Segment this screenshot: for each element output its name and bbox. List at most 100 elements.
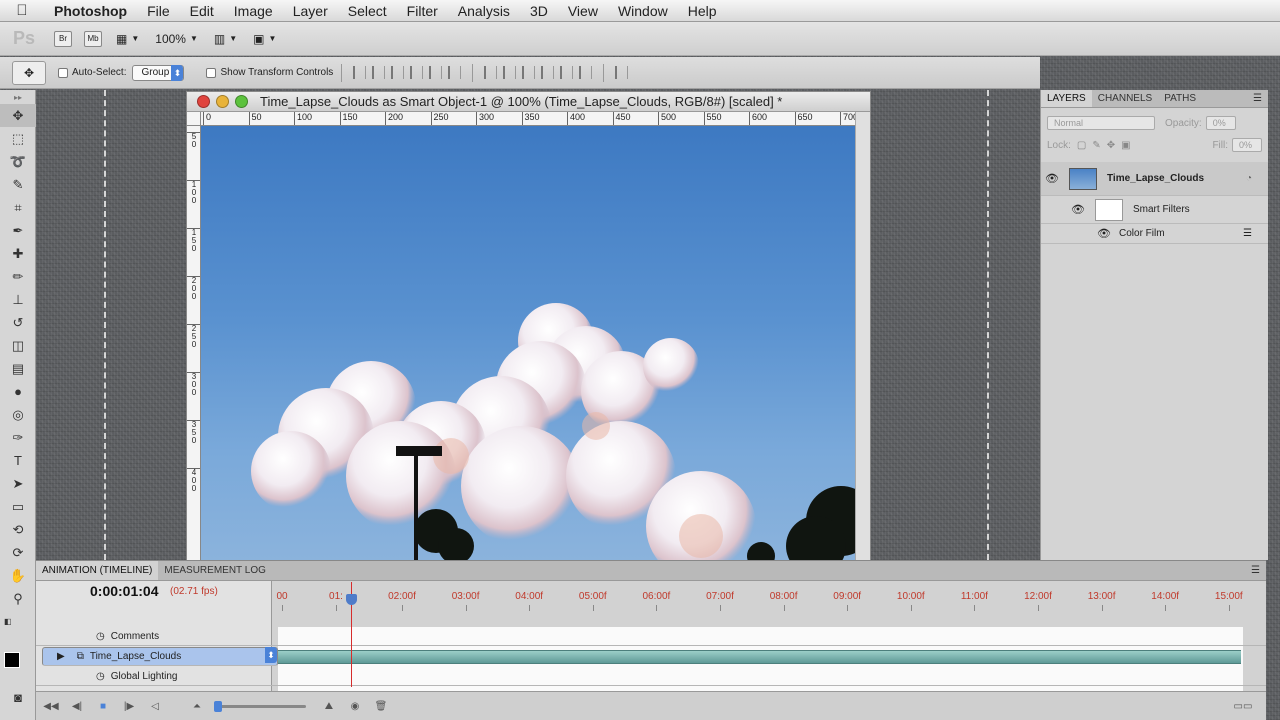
- ruler-origin[interactable]: [187, 112, 201, 126]
- panel-menu-icon[interactable]: ☰: [1247, 90, 1268, 107]
- healing-brush-tool-icon[interactable]: ✚: [0, 242, 36, 265]
- 3d-rotate-tool-icon[interactable]: ⟲: [0, 518, 36, 541]
- menu-window[interactable]: Window: [608, 3, 678, 19]
- dodge-tool-icon[interactable]: ◎: [0, 403, 36, 426]
- lock-icons[interactable]: ▢✎✥▣: [1077, 140, 1137, 151]
- vertical-ruler[interactable]: 5 0 1 0 0 1 5 0 2 0 0 2 5 0 3 0 0 3 5 0 4 0 0: [187, 126, 201, 560]
- tab-channels[interactable]: CHANNELS: [1092, 90, 1158, 107]
- brush-tool-icon[interactable]: ✏: [0, 265, 36, 288]
- apple-icon[interactable]: : [0, 2, 44, 19]
- eye-icon[interactable]: 👁: [1067, 203, 1089, 216]
- stopwatch-icon[interactable]: ◷: [96, 631, 105, 642]
- auto-select-mode-select[interactable]: Group: [132, 64, 185, 81]
- hand-tool-icon[interactable]: ✋: [0, 564, 36, 587]
- view-extras-dropdown[interactable]: ▦ ▼: [116, 32, 139, 46]
- toggle-onion-skins-icon[interactable]: ◉: [344, 699, 366, 715]
- timeline-row-layer[interactable]: ▶ ⧉ Time_Lapse_Clouds: [42, 647, 278, 666]
- shape-tool-icon[interactable]: ▭: [0, 495, 36, 518]
- tab-animation-timeline[interactable]: ANIMATION (TIMELINE): [36, 561, 159, 580]
- path-select-tool-icon[interactable]: ➤: [0, 472, 36, 495]
- expand-triangle-icon[interactable]: ▶: [57, 650, 65, 664]
- blending-options-icon[interactable]: ☰: [1243, 228, 1252, 239]
- playhead-handle[interactable]: [346, 594, 357, 605]
- menu-select[interactable]: Select: [338, 3, 397, 19]
- filter-row[interactable]: 👁 Color Film ☰: [1041, 224, 1268, 244]
- tool-preset-picker[interactable]: ✥: [12, 60, 46, 85]
- eyedropper-tool-icon[interactable]: ✒: [0, 219, 36, 242]
- lasso-tool-icon[interactable]: ➰: [0, 150, 36, 173]
- distribute-hcenter-icon[interactable]: [560, 66, 574, 79]
- tab-layers[interactable]: LAYERS: [1041, 90, 1092, 107]
- timeline-row-comments[interactable]: ◷ Comments: [36, 627, 1266, 646]
- align-bottom-icon[interactable]: [391, 66, 405, 79]
- timeline-zoom-slider[interactable]: [214, 701, 306, 712]
- layer-duration-bar[interactable]: [278, 650, 1241, 664]
- blur-tool-icon[interactable]: ●: [0, 380, 36, 403]
- align-top-icon[interactable]: [353, 66, 367, 79]
- panel-menu-icon[interactable]: ☰: [1245, 561, 1266, 580]
- horizontal-ruler[interactable]: 0 50 100 150 200 250 300 350 400 450 500 550 600 650 7…: [201, 112, 856, 126]
- document-titlebar[interactable]: Time_Lapse_Clouds as Smart Object-1 @ 10…: [187, 92, 870, 112]
- pen-tool-icon[interactable]: ✑: [0, 426, 36, 449]
- convert-to-frames-icon[interactable]: ▭▭: [1232, 699, 1254, 715]
- foreground-color-swatch[interactable]: [4, 652, 20, 668]
- screen-mode-dropdown[interactable]: ▣ ▼: [253, 32, 276, 46]
- distribute-left-icon[interactable]: [541, 66, 555, 79]
- eye-icon[interactable]: 👁: [1041, 172, 1063, 185]
- zoom-out-icon[interactable]: ⏶: [186, 699, 208, 715]
- menu-analysis[interactable]: Analysis: [448, 3, 520, 19]
- minimize-icon[interactable]: [216, 95, 229, 108]
- marquee-tool-icon[interactable]: ⬚: [0, 127, 36, 150]
- menu-view[interactable]: View: [558, 3, 608, 19]
- move-tool-icon[interactable]: ✥: [0, 104, 36, 127]
- first-frame-icon[interactable]: ◀◀: [40, 699, 62, 715]
- menu-3d[interactable]: 3D: [520, 3, 558, 19]
- layer-row[interactable]: 👁 Time_Lapse_Clouds ◔: [1041, 162, 1268, 196]
- app-menu[interactable]: Photoshop: [44, 3, 137, 19]
- auto-align-icon[interactable]: [615, 66, 629, 79]
- history-brush-tool-icon[interactable]: ↺: [0, 311, 36, 334]
- play-icon[interactable]: ■: [92, 699, 114, 715]
- arrange-documents-dropdown[interactable]: ▥ ▼: [214, 32, 237, 46]
- zoom-window-icon[interactable]: [235, 95, 248, 108]
- distribute-vcenter-icon[interactable]: [503, 66, 517, 79]
- gradient-tool-icon[interactable]: ▤: [0, 357, 36, 380]
- eye-icon[interactable]: 👁: [1093, 227, 1115, 240]
- zoom-dropdown[interactable]: 100% ▼: [155, 32, 198, 46]
- zoom-in-icon[interactable]: ⛰: [318, 699, 340, 715]
- align-right-icon[interactable]: [448, 66, 462, 79]
- timeline-ruler[interactable]: 00 01: 02:00f 03:00f 04:00f 05:00f 06:00f 07:00…: [276, 581, 1243, 627]
- bridge-button[interactable]: Br: [54, 30, 72, 47]
- menu-help[interactable]: Help: [678, 3, 727, 19]
- audio-icon[interactable]: ◁: [144, 699, 166, 715]
- stopwatch-icon[interactable]: ◷: [96, 671, 105, 682]
- menu-edit[interactable]: Edit: [180, 3, 224, 19]
- opacity-field[interactable]: 0%: [1205, 116, 1236, 130]
- quick-select-tool-icon[interactable]: ✎: [0, 173, 36, 196]
- 3d-orbit-tool-icon[interactable]: ⟳: [0, 541, 36, 564]
- align-hcenter-icon[interactable]: [429, 66, 443, 79]
- current-time[interactable]: 0:00:01:04: [90, 583, 159, 599]
- align-vcenter-icon[interactable]: [372, 66, 386, 79]
- show-transform-checkbox[interactable]: [206, 67, 217, 78]
- clone-stamp-tool-icon[interactable]: ⊥: [0, 288, 36, 311]
- previous-frame-icon[interactable]: ◀|: [66, 699, 88, 715]
- auto-select-checkbox[interactable]: [58, 67, 68, 78]
- menu-file[interactable]: File: [137, 3, 180, 19]
- tab-paths[interactable]: PATHS: [1158, 90, 1202, 107]
- menu-layer[interactable]: Layer: [283, 3, 338, 19]
- distribute-right-icon[interactable]: [579, 66, 593, 79]
- blend-mode-select[interactable]: Normal: [1047, 116, 1155, 130]
- type-tool-icon[interactable]: T: [0, 449, 36, 472]
- smart-filters-row[interactable]: 👁 Smart Filters: [1041, 196, 1268, 224]
- align-left-icon[interactable]: [410, 66, 424, 79]
- panel-collapse-icon[interactable]: ▸▸: [0, 90, 36, 104]
- crop-tool-icon[interactable]: ⌗: [0, 196, 36, 219]
- eraser-tool-icon[interactable]: ◫: [0, 334, 36, 357]
- zoom-slider-knob[interactable]: [214, 701, 222, 712]
- tab-measurement-log[interactable]: MEASUREMENT LOG: [158, 561, 272, 580]
- image-canvas[interactable]: [201, 126, 856, 560]
- default-colors-icon[interactable]: ◧: [0, 610, 36, 633]
- timeline-row-global-lighting[interactable]: ◷ Global Lighting: [36, 667, 1266, 686]
- menu-image[interactable]: Image: [224, 3, 283, 19]
